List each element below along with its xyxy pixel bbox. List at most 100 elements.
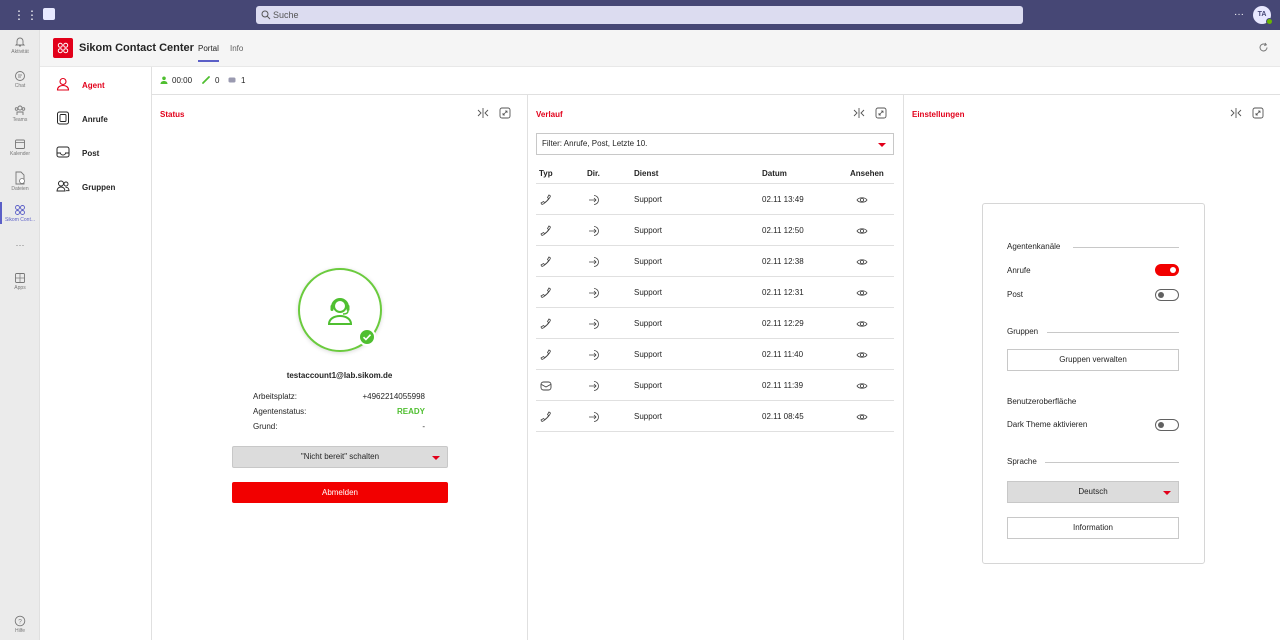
reason-value: - xyxy=(422,422,425,431)
svg-text:?: ? xyxy=(18,618,22,625)
settings-panel-title: Einstellungen xyxy=(912,110,965,119)
sikom-logo xyxy=(53,38,73,58)
view-eye-icon[interactable] xyxy=(856,256,868,268)
table-row[interactable]: Support 02.11 12:29 xyxy=(536,308,894,339)
language-heading: Sprache xyxy=(1007,457,1179,466)
avatar-initials: TA xyxy=(1257,11,1267,18)
view-eye-icon[interactable] xyxy=(856,380,868,392)
view-eye-icon[interactable] xyxy=(856,225,868,237)
search-icon xyxy=(261,10,271,20)
view-eye-icon[interactable] xyxy=(856,318,868,330)
rail-item-apps[interactable]: Apps xyxy=(0,272,40,291)
information-button[interactable]: Information xyxy=(1007,517,1179,539)
rail-item-sikom[interactable]: Sikom Cont... xyxy=(0,202,40,224)
incoming-arrow-icon xyxy=(589,381,599,391)
group-icon xyxy=(56,180,70,192)
rail-item-teams[interactable]: Teams xyxy=(0,104,40,123)
date-cell: 02.11 12:31 xyxy=(762,288,804,297)
more-options-icon[interactable]: ··· xyxy=(1234,9,1244,20)
agent-status-bar: 00:00 0 1 xyxy=(152,67,1280,95)
view-eye-icon[interactable] xyxy=(856,411,868,423)
user-avatar[interactable]: TA xyxy=(1253,6,1273,25)
date-cell: 02.11 12:50 xyxy=(762,226,804,235)
table-row[interactable]: Support 02.11 13:49 xyxy=(536,184,894,215)
manage-groups-button[interactable]: Gruppen verwalten xyxy=(1007,349,1179,371)
rail-label: Kalender xyxy=(9,151,30,157)
search-input[interactable]: Suche xyxy=(256,6,1023,24)
date-cell: 02.11 12:38 xyxy=(762,257,804,266)
date-cell: 02.11 11:40 xyxy=(762,350,804,359)
calls-toggle[interactable] xyxy=(1155,264,1179,276)
channels-heading: Agentenkanäle xyxy=(1007,242,1179,251)
table-row[interactable]: Support 02.11 12:31 xyxy=(536,277,894,308)
post-toggle[interactable] xyxy=(1155,289,1179,301)
app-icon xyxy=(15,205,25,215)
incoming-arrow-icon xyxy=(589,350,599,360)
filter-label: Filter: Anrufe, Post, Letzte 10. xyxy=(542,139,648,148)
app-header: Sikom Contact Center Portal Info xyxy=(40,30,1280,67)
rail-item-files[interactable]: Dateien xyxy=(0,171,40,192)
nav-item-post[interactable]: Post xyxy=(56,144,146,164)
phone-book-icon xyxy=(57,111,69,125)
column-header-service: Dienst xyxy=(634,169,659,178)
service-cell: Support xyxy=(634,350,663,359)
teams-top-bar: ⋮⋮⋮ Suche ··· TA xyxy=(0,0,1280,30)
nav-item-agent[interactable]: Agent xyxy=(56,76,146,96)
tab-portal[interactable]: Portal xyxy=(198,44,219,62)
chat-icon xyxy=(15,71,25,81)
rail-item-activity[interactable]: Aktivität xyxy=(0,36,40,55)
rail-item-chat[interactable]: Chat xyxy=(0,70,40,89)
refresh-icon[interactable] xyxy=(1258,42,1269,53)
nav-item-calls[interactable]: Anrufe xyxy=(56,110,146,130)
not-ready-dropdown[interactable]: "Nicht bereit" schalten xyxy=(232,446,448,468)
person-icon xyxy=(56,77,70,91)
date-cell: 02.11 13:49 xyxy=(762,195,804,204)
table-row[interactable]: Support 02.11 11:40 xyxy=(536,339,894,370)
table-row[interactable]: Support 02.11 12:38 xyxy=(536,246,894,277)
nav-label: Post xyxy=(82,149,100,158)
incoming-arrow-icon xyxy=(589,195,599,205)
workplace-label: Arbeitsplatz: xyxy=(253,392,298,401)
service-cell: Support xyxy=(634,288,663,297)
table-row[interactable]: Support 02.11 08:45 xyxy=(536,401,894,432)
headset-agent-icon xyxy=(327,298,353,325)
more-icon: ··· xyxy=(15,240,25,250)
date-cell: 02.11 12:29 xyxy=(762,319,804,328)
rail-item-more[interactable]: ··· xyxy=(0,240,40,250)
logout-button[interactable]: Abmelden xyxy=(232,482,448,503)
view-eye-icon[interactable] xyxy=(856,287,868,299)
nav-item-groups[interactable]: Gruppen xyxy=(56,178,146,198)
person-green-icon xyxy=(160,76,168,84)
workplace-value: +4962214055998 xyxy=(362,392,425,401)
app-title: Sikom Contact Center xyxy=(79,42,194,54)
panel-actions xyxy=(1230,107,1266,119)
panel-actions xyxy=(853,107,889,119)
expand-icon[interactable] xyxy=(875,107,887,119)
calendar-icon xyxy=(15,139,25,149)
collapse-icon[interactable] xyxy=(1230,107,1242,119)
tab-info[interactable]: Info xyxy=(230,44,243,53)
table-row[interactable]: Support 02.11 12:50 xyxy=(536,215,894,246)
collapse-icon[interactable] xyxy=(853,107,865,119)
nav-label: Gruppen xyxy=(82,183,116,192)
phone-green-icon xyxy=(202,76,210,84)
rail-item-help[interactable]: ? Hilfe xyxy=(0,615,40,634)
date-cell: 02.11 08:45 xyxy=(762,412,804,421)
groups-heading: Gruppen xyxy=(1007,327,1179,336)
rail-item-calendar[interactable]: Kalender xyxy=(0,138,40,157)
not-ready-label: "Nicht bereit" schalten xyxy=(300,452,380,461)
phone-icon xyxy=(540,225,551,236)
column-header-date: Datum xyxy=(762,169,787,178)
expand-icon[interactable] xyxy=(499,107,511,119)
incoming-arrow-icon xyxy=(589,319,599,329)
language-dropdown[interactable]: Deutsch xyxy=(1007,481,1179,503)
view-eye-icon[interactable] xyxy=(856,349,868,361)
expand-icon[interactable] xyxy=(1252,107,1264,119)
history-filter-dropdown[interactable]: Filter: Anrufe, Post, Letzte 10. xyxy=(536,133,894,155)
collapse-icon[interactable] xyxy=(477,107,489,119)
dark-theme-toggle[interactable] xyxy=(1155,419,1179,431)
table-row[interactable]: Support 02.11 11:39 xyxy=(536,370,894,401)
agent-email: testaccount1@lab.sikom.de xyxy=(286,371,393,380)
history-panel: Verlauf Filter: Anrufe, Post, Letzte 10.… xyxy=(528,95,904,640)
view-eye-icon[interactable] xyxy=(856,194,868,206)
